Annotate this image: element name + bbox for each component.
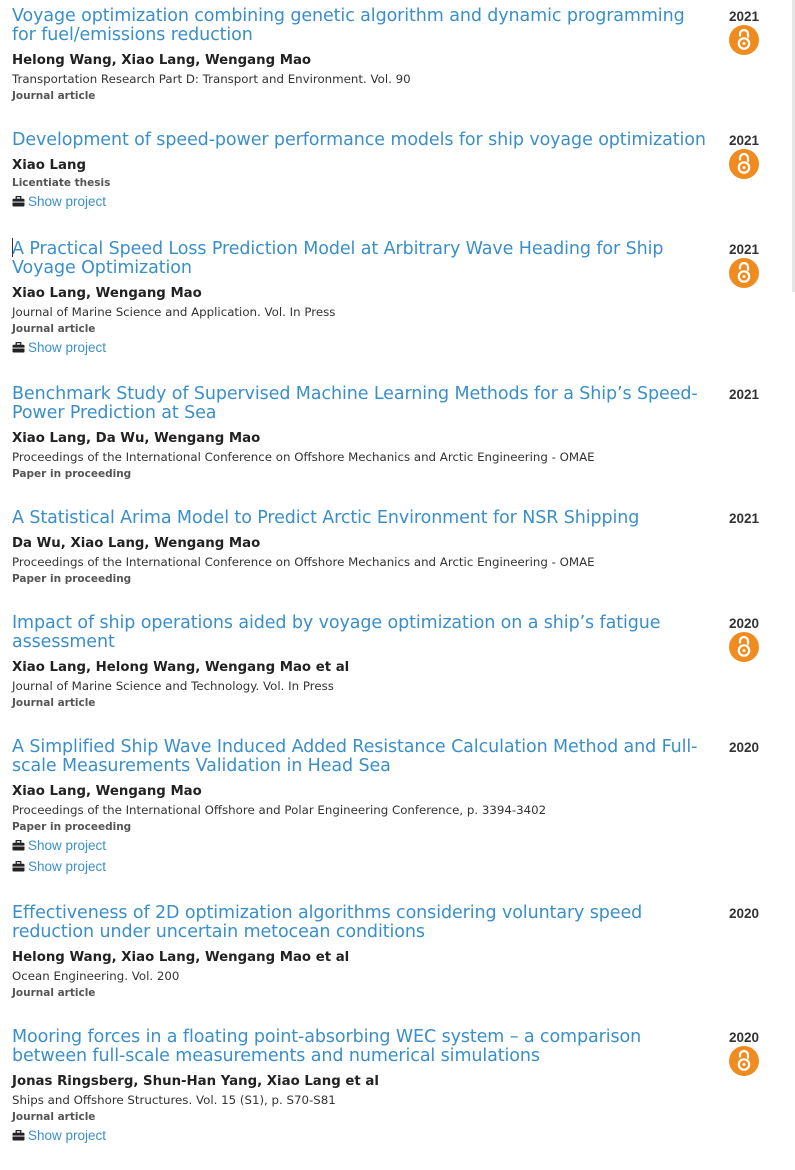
publication-source: Transportation Research Part D: Transpor… bbox=[12, 72, 411, 86]
show-project-label: Show project bbox=[28, 859, 107, 874]
publication-title-link[interactable]: Voyage optimization combining genetic al… bbox=[12, 7, 712, 45]
publication-authors: Jonas Ringsberg, Shun-Han Yang, Xiao Lan… bbox=[12, 1074, 379, 1089]
open-access-icon bbox=[729, 149, 759, 179]
publication-title-link[interactable]: A Statistical Arima Model to Predict Arc… bbox=[12, 509, 712, 528]
publication-details: Jonas Ringsberg, Shun-Han Yang, Xiao Lan… bbox=[12, 1072, 712, 1146]
publication-type: Journal article bbox=[12, 1111, 96, 1123]
publication-year: 2021 bbox=[729, 511, 760, 526]
publication-source: Journal of Marine Science and Applicatio… bbox=[12, 305, 336, 319]
briefcase-icon bbox=[12, 194, 28, 209]
publication-title-link[interactable]: Benchmark Study of Supervised Machine Le… bbox=[12, 385, 712, 423]
publication-year: 2020 bbox=[729, 1030, 760, 1045]
publication-type: Paper in proceeding bbox=[12, 573, 132, 585]
publication-source: Proceedings of the International Confere… bbox=[12, 450, 595, 464]
publication-title-link[interactable]: A Simplified Ship Wave Induced Added Res… bbox=[12, 738, 712, 776]
publication-source: Ships and Offshore Structures. Vol. 15 (… bbox=[12, 1093, 336, 1107]
open-access-icon bbox=[729, 25, 759, 55]
publication-authors: Da Wu, Xiao Lang, Wengang Mao bbox=[12, 536, 261, 551]
publication-type: Paper in proceeding bbox=[12, 468, 132, 480]
show-project-link[interactable]: Show project bbox=[12, 856, 712, 877]
briefcase-icon bbox=[12, 340, 28, 355]
publication-details: Xiao Lang, Da Wu, Wengang Mao Proceedings… bbox=[12, 429, 712, 482]
publication-authors: Xiao Lang, Wengang Mao bbox=[12, 784, 202, 799]
open-access-icon bbox=[729, 258, 759, 288]
show-project-link[interactable]: Show project bbox=[12, 1125, 712, 1146]
show-project-link[interactable]: Show project bbox=[12, 191, 712, 212]
publication-title-link[interactable]: Development of speed-power performance m… bbox=[12, 131, 712, 150]
publication-source: Proceedings of the International Confere… bbox=[12, 555, 595, 569]
publication-details: Xiao Lang, Wengang Mao Journal of Marine … bbox=[12, 284, 712, 358]
publication-authors: Xiao Lang, Da Wu, Wengang Mao bbox=[12, 431, 261, 446]
publication-authors: Xiao Lang, Helong Wang, Wengang Mao et a… bbox=[12, 660, 350, 675]
show-project-link[interactable]: Show project bbox=[12, 337, 712, 358]
publication-type: Licentiate thesis bbox=[12, 177, 111, 189]
briefcase-icon bbox=[12, 859, 28, 874]
publication-source: Ocean Engineering. Vol. 200 bbox=[12, 969, 180, 983]
publication-type: Paper in proceeding bbox=[12, 821, 132, 833]
publication-details: Xiao Lang, Wengang Mao Proceedings of the… bbox=[12, 782, 712, 877]
publication-type: Journal article bbox=[12, 697, 96, 709]
publication-details: Helong Wang, Xiao Lang, Wengang Mao et a… bbox=[12, 948, 712, 1001]
publication-year: 2021 bbox=[729, 387, 760, 402]
publication-authors: Helong Wang, Xiao Lang, Wengang Mao bbox=[12, 53, 312, 68]
publication-details: Helong Wang, Xiao Lang, Wengang Mao Trans… bbox=[12, 51, 712, 104]
publication-year: 2021 bbox=[729, 9, 760, 24]
show-project-label: Show project bbox=[28, 838, 107, 853]
publication-source: Proceedings of the International Offshor… bbox=[12, 803, 547, 817]
publication-title-link[interactable]: Effectiveness of 2D optimization algorit… bbox=[12, 904, 712, 942]
show-project-link[interactable]: Show project bbox=[12, 835, 712, 856]
publication-title-link[interactable]: Impact of ship operations aided by voyag… bbox=[12, 614, 712, 652]
publication-details: Xiao Lang, Helong Wang, Wengang Mao et a… bbox=[12, 658, 712, 711]
show-project-label: Show project bbox=[28, 340, 107, 355]
publication-authors: Xiao Lang, Wengang Mao bbox=[12, 286, 202, 301]
show-project-label: Show project bbox=[28, 1128, 107, 1143]
text-caret bbox=[12, 238, 13, 257]
publication-title-link[interactable]: A Practical Speed Loss Prediction Model … bbox=[12, 240, 712, 278]
publication-type: Journal article bbox=[12, 90, 96, 102]
publication-source: Journal of Marine Science and Technology… bbox=[12, 679, 334, 693]
briefcase-icon bbox=[12, 1128, 28, 1143]
show-project-label: Show project bbox=[28, 194, 107, 209]
publication-year: 2021 bbox=[729, 133, 760, 148]
publication-year: 2020 bbox=[729, 616, 760, 631]
publication-details: Xiao Lang Licentiate thesis Show project bbox=[12, 156, 712, 212]
publication-year: 2020 bbox=[729, 906, 760, 921]
publication-year: 2020 bbox=[729, 740, 760, 755]
open-access-icon bbox=[729, 632, 759, 662]
publication-details: Da Wu, Xiao Lang, Wengang Mao Proceedings… bbox=[12, 534, 712, 587]
publication-title-link[interactable]: Mooring forces in a floating point-absor… bbox=[12, 1028, 712, 1066]
publication-authors: Helong Wang, Xiao Lang, Wengang Mao et a… bbox=[12, 950, 350, 965]
publication-year: 2021 bbox=[729, 242, 760, 257]
open-access-icon bbox=[729, 1046, 759, 1076]
publication-authors: Xiao Lang bbox=[12, 158, 86, 173]
publication-type: Journal article bbox=[12, 987, 96, 999]
briefcase-icon bbox=[12, 838, 28, 853]
publication-type: Journal article bbox=[12, 323, 96, 335]
